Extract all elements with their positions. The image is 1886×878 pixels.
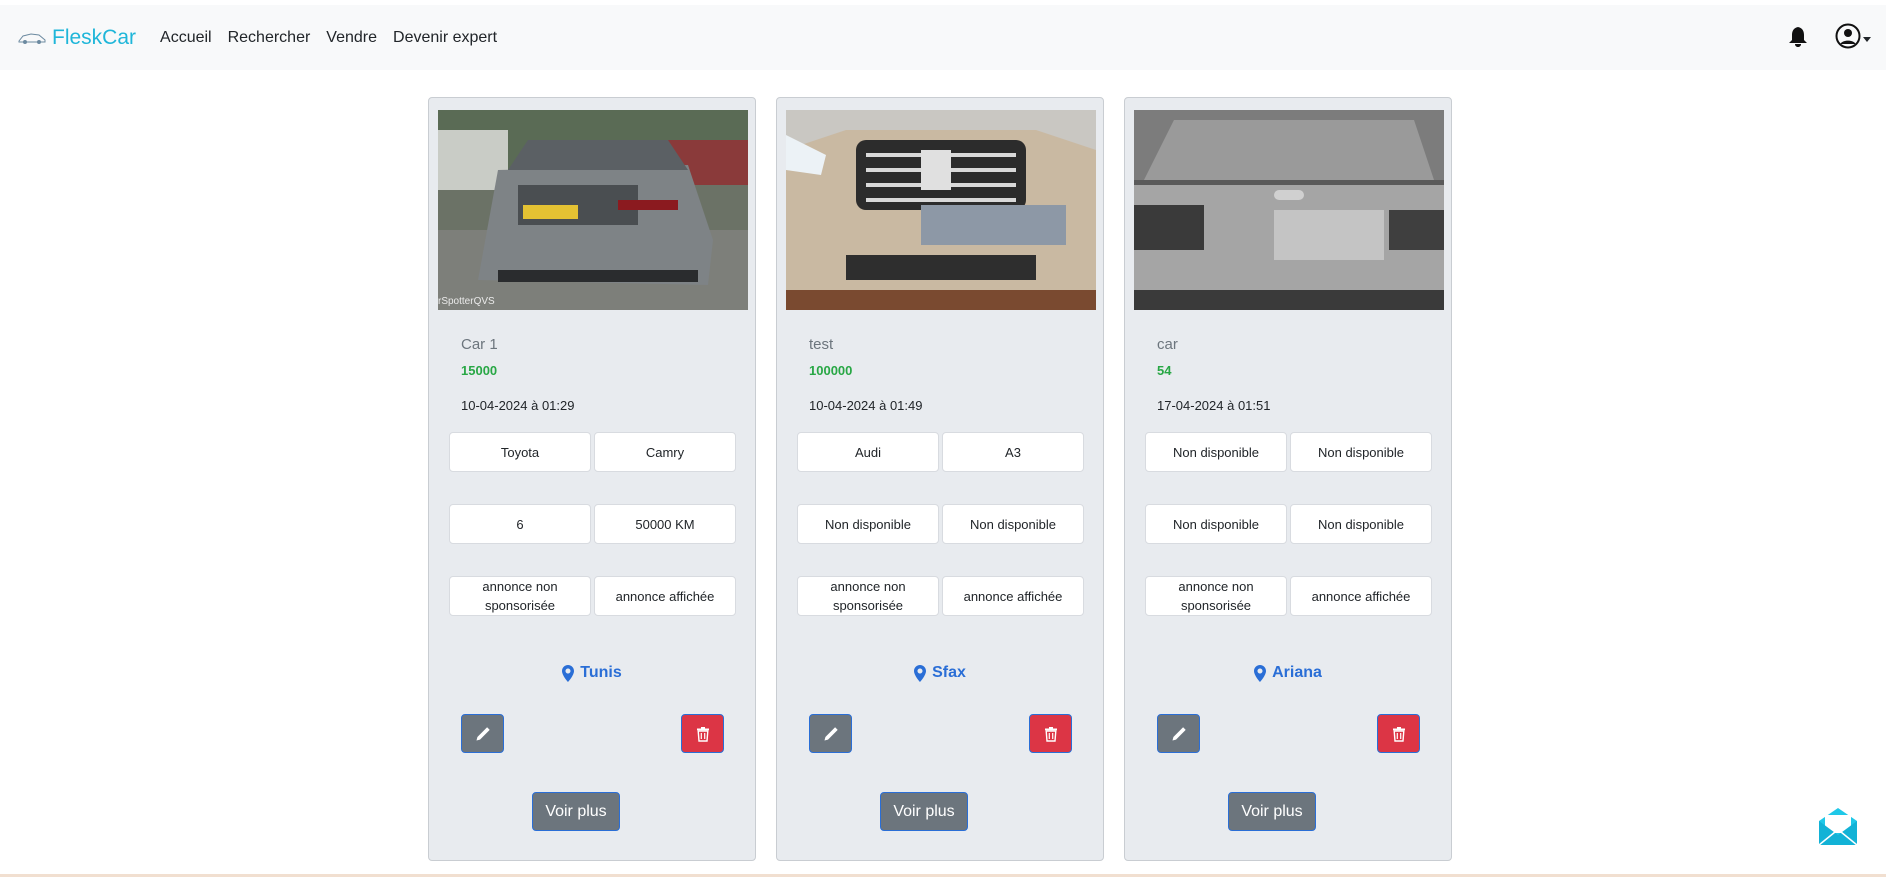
brand[interactable]: FleskCar [17, 26, 136, 50]
detail-mileage: 50000 KM [594, 504, 736, 544]
user-circle-icon [1835, 23, 1861, 49]
nav-link-devenir-expert[interactable]: Devenir expert [393, 29, 497, 47]
listing-date: 17-04-2024 à 01:51 [1157, 398, 1271, 413]
listing-date: 10-04-2024 à 01:29 [461, 398, 575, 413]
location-label: Tunis [580, 664, 622, 681]
car-photo[interactable] [786, 110, 1096, 310]
car-photo[interactable]: rSpotterQVS [438, 110, 748, 310]
location-label: Ariana [1272, 664, 1322, 681]
voir-plus-button[interactable]: Voir plus [880, 792, 968, 831]
voir-plus-button[interactable]: Voir plus [532, 792, 620, 831]
footer-divider [0, 874, 1886, 877]
car-logo-icon [18, 32, 46, 44]
detail-model: Non disponible [1290, 432, 1432, 472]
detail-brand: Toyota [449, 432, 591, 472]
pencil-icon [824, 726, 838, 740]
detail-model: A3 [942, 432, 1084, 472]
listing-card: car 54 17-04-2024 à 01:51 Non disponible… [1124, 97, 1452, 861]
listing-details: Non disponible Non disponible Non dispon… [1145, 432, 1432, 648]
map-pin-icon [562, 664, 575, 682]
listing-date: 10-04-2024 à 01:49 [809, 398, 923, 413]
listing-title: car [1157, 336, 1178, 353]
detail-year: Non disponible [797, 504, 939, 544]
listing-details: Toyota Camry 6 50000 KM annonce non spon… [449, 432, 736, 648]
detail-year: 6 [449, 504, 591, 544]
edit-button[interactable] [461, 714, 504, 753]
detail-brand: Non disponible [1145, 432, 1287, 472]
listing-location: Tunis [429, 664, 755, 682]
nav-right [1787, 23, 1871, 49]
listing-title: test [809, 336, 834, 353]
detail-visibility: annonce affichée [594, 576, 736, 616]
chevron-down-icon [1863, 36, 1871, 42]
nav-link-vendre[interactable]: Vendre [326, 29, 377, 47]
delete-button[interactable] [681, 714, 724, 753]
detail-mileage: Non disponible [942, 504, 1084, 544]
navbar: FleskCar Accueil Rechercher Vendre Deven… [0, 5, 1886, 70]
location-label: Sfax [932, 664, 966, 681]
trash-icon [696, 726, 709, 742]
detail-mileage: Non disponible [1290, 504, 1432, 544]
detail-brand: Audi [797, 432, 939, 472]
trash-icon [1044, 726, 1057, 742]
detail-year: Non disponible [1145, 504, 1287, 544]
mail-icon[interactable] [1817, 805, 1859, 847]
edit-button[interactable] [809, 714, 852, 753]
nav-link-accueil[interactable]: Accueil [160, 29, 212, 47]
detail-model: Camry [594, 432, 736, 472]
listing-card: rSpotterQVS Car 1 15000 10-04-2024 à 01:… [428, 97, 756, 861]
edit-button[interactable] [1157, 714, 1200, 753]
trash-icon [1392, 726, 1405, 742]
car-photo[interactable] [1134, 110, 1444, 310]
brand-name: FleskCar [52, 25, 137, 49]
user-menu[interactable] [1835, 23, 1871, 49]
detail-sponsorship: annonce non sponsorisée [1145, 576, 1287, 616]
bell-icon[interactable] [1787, 24, 1809, 48]
listing-location: Sfax [777, 664, 1103, 682]
listing-price: 15000 [461, 363, 498, 378]
listing-cards: rSpotterQVS Car 1 15000 10-04-2024 à 01:… [428, 97, 1452, 861]
listing-title: Car 1 [461, 336, 498, 353]
map-pin-icon [1254, 664, 1267, 682]
pencil-icon [1172, 726, 1186, 740]
voir-plus-button[interactable]: Voir plus [1228, 792, 1316, 831]
detail-visibility: annonce affichée [942, 576, 1084, 616]
map-pin-icon [914, 664, 927, 682]
detail-sponsorship: annonce non sponsorisée [449, 576, 591, 616]
listing-price: 54 [1157, 363, 1172, 378]
photo-watermark: rSpotterQVS [438, 296, 495, 307]
listing-card: test 100000 10-04-2024 à 01:49 Audi A3 N… [776, 97, 1104, 861]
delete-button[interactable] [1029, 714, 1072, 753]
nav-links: Accueil Rechercher Vendre Devenir expert [160, 29, 513, 47]
listing-location: Ariana [1125, 664, 1451, 682]
detail-visibility: annonce affichée [1290, 576, 1432, 616]
pencil-icon [476, 726, 490, 740]
listing-details: Audi A3 Non disponible Non disponible an… [797, 432, 1084, 648]
detail-sponsorship: annonce non sponsorisée [797, 576, 939, 616]
listing-price: 100000 [809, 363, 853, 378]
delete-button[interactable] [1377, 714, 1420, 753]
nav-link-rechercher[interactable]: Rechercher [228, 29, 311, 47]
